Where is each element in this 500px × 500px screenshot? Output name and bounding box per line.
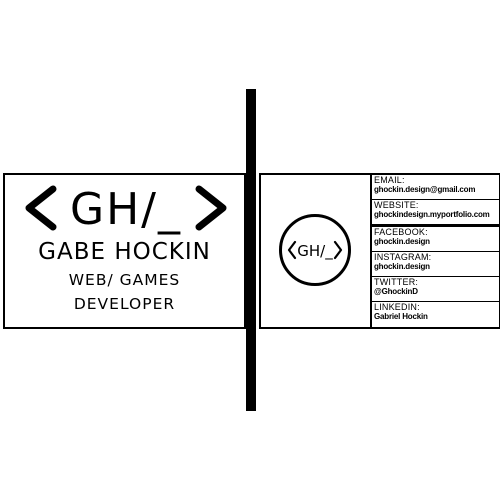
instagram-value[interactable]: ghockin.design [374,262,499,272]
business-card-back: GH/_ EMAIL: ghockin.design@gmail.com WEB… [259,173,500,329]
twitter-label: TWITTER: [374,277,419,287]
facebook-label: FACEBOOK: [374,227,428,237]
job-title-line-1: WEB/ GAMES [68,271,181,289]
instagram-label: INSTAGRAM: [374,252,432,262]
website-label: WEBSITE: [374,200,419,210]
facebook-value[interactable]: ghockin.design [374,237,499,247]
person-name: GABE HOCKIN [38,239,211,265]
contact-list: EMAIL: ghockin.design@gmail.com WEBSITE:… [372,175,499,327]
linkedin-value[interactable]: Gabriel Hockin [374,312,499,322]
logo-circle: GH/_ [279,214,351,286]
center-divider [246,89,256,411]
svg-text:GH/_: GH/_ [297,242,333,261]
contact-row-email: EMAIL: ghockin.design@gmail.com [372,175,499,200]
logo-letters: GH/_ [70,184,182,235]
contact-row-twitter: TWITTER: @GhockinD [372,277,499,302]
contact-row-instagram: INSTAGRAM: ghockin.design [372,252,499,277]
contact-row-website: WEBSITE: ghockindesign.myportfolio.com [372,200,499,227]
business-card-front: GH/_ GABE HOCKIN WEB/ GAMES DEVELOPER [3,173,246,329]
twitter-value[interactable]: @GhockinD [374,287,499,297]
gh-logo-small: GH/_ [287,240,343,261]
logo-panel: GH/_ [261,175,372,327]
gh-logo-large: GH/_ [25,184,227,235]
linkedin-label: LINKEDIN: [374,302,420,312]
contact-row-facebook: FACEBOOK: ghockin.design [372,227,499,252]
job-title-line-2: DEVELOPER [73,295,176,313]
email-label: EMAIL: [374,175,405,185]
contact-row-linkedin: LINKEDIN: Gabriel Hockin [372,302,499,327]
email-value[interactable]: ghockin.design@gmail.com [374,185,499,195]
website-value[interactable]: ghockindesign.myportfolio.com [374,210,499,220]
